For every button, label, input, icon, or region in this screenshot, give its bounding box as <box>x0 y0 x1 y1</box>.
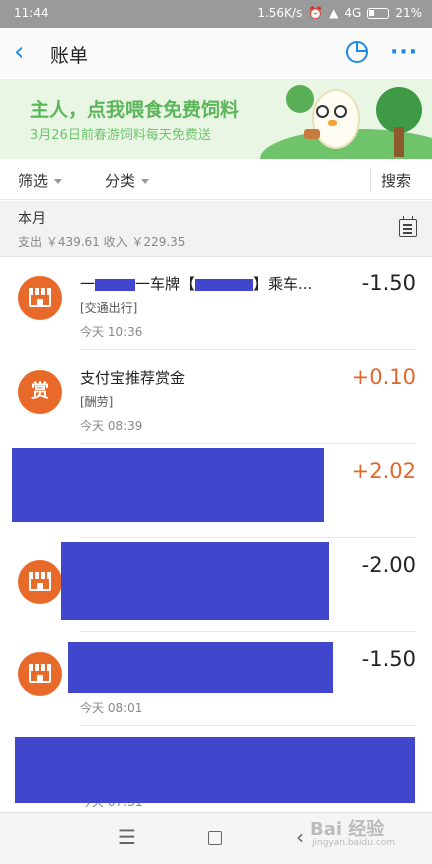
record-amount: +2.02 <box>351 459 416 483</box>
nav-back-icon[interactable]: ‹ <box>296 825 304 849</box>
record-time: 今天 08:01 <box>80 701 143 715</box>
status-bar: 11:44 1.56K/s ⏰ ▲ 4G 21% <box>0 0 432 28</box>
pie-chart-icon[interactable] <box>346 41 368 63</box>
category-label: 分类 <box>105 172 136 190</box>
battery-level: 21% <box>395 6 422 20</box>
list-item[interactable]: 今天 08:01 -1.50 <box>0 632 432 724</box>
page-title: 账单 <box>50 45 89 67</box>
month-summary: 支出 ￥439.61 收入 ￥229.35 <box>18 235 186 249</box>
record-amount: +0.10 <box>351 365 416 389</box>
category-dropdown[interactable]: 分类 <box>105 170 150 191</box>
redaction <box>68 642 333 693</box>
record-amount: -1.50 <box>361 271 416 295</box>
redaction <box>12 448 324 522</box>
caret-down-icon <box>141 179 150 184</box>
tree-trunk-illustration <box>394 127 404 157</box>
record-title: 一一车牌【 】乘车... <box>80 273 312 294</box>
list-item[interactable]: 赏 支付宝推荐赏金 [酬劳] 今天 08:39 +0.10 <box>0 350 432 442</box>
shop-icon <box>18 560 62 604</box>
record-category: [酬劳] <box>80 395 114 409</box>
record-time: 今天 10:36 <box>80 325 143 339</box>
status-right: 1.56K/s ⏰ ▲ 4G 21% <box>257 6 422 20</box>
record-title-part: 一车牌【 <box>135 275 196 293</box>
redaction <box>15 737 415 803</box>
more-options-icon[interactable]: ··· <box>390 40 418 65</box>
record-title-part: 一 <box>80 275 96 293</box>
divider <box>370 168 371 192</box>
signal-icon: ▲ <box>329 6 339 20</box>
reward-icon: 赏 <box>18 370 62 414</box>
redaction <box>195 278 254 291</box>
banner-subline: 3月26日前春游饲料每天免费送 <box>30 128 211 143</box>
record-amount: -1.50 <box>361 647 416 671</box>
filter-bar: 筛选 分类 搜索 <box>0 160 432 200</box>
network-speed: 1.56K/s <box>257 6 303 20</box>
record-time: 今天 08:39 <box>80 419 143 433</box>
record-category: [交通出行] <box>80 301 138 315</box>
record-amount: -2.00 <box>361 553 416 577</box>
search-button[interactable]: 搜索 <box>381 170 411 191</box>
status-time: 11:44 <box>14 6 49 20</box>
calendar-icon[interactable] <box>399 216 417 237</box>
month-header: 本月 支出 ￥439.61 收入 ￥229.35 <box>0 201 432 257</box>
month-title: 本月 <box>18 211 46 227</box>
filter-dropdown[interactable]: 筛选 <box>18 170 63 191</box>
battery-icon <box>367 7 390 19</box>
list-item[interactable]: 今天 07:31 <box>0 726 432 812</box>
menu-icon[interactable]: ☰ <box>118 825 136 849</box>
banner-headline: 主人，点我喂食免费饲料 <box>30 99 240 121</box>
list-item[interactable]: +2.02 <box>0 444 432 536</box>
back-arrow-icon[interactable]: ‹ <box>14 38 38 68</box>
promo-banner[interactable]: 主人，点我喂食免费饲料 3月26日前春游饲料每天免费送 <box>0 79 432 159</box>
watermark-url: jingyan.baidu.com <box>312 838 396 848</box>
redaction <box>61 542 329 620</box>
alarm-icon: ⏰ <box>308 6 324 20</box>
record-title: 支付宝推荐赏金 <box>80 369 186 387</box>
title-bar: ‹ 账单 ··· <box>0 28 432 78</box>
shop-icon <box>18 276 62 320</box>
bird-mascot-illustration <box>300 85 370 157</box>
shop-icon <box>18 652 62 696</box>
filter-label: 筛选 <box>18 172 49 190</box>
home-icon[interactable] <box>208 831 222 845</box>
list-item[interactable]: -2.00 <box>0 538 432 630</box>
caret-down-icon <box>54 179 63 184</box>
list-item[interactable]: 一一车牌【 】乘车... [交通出行] 今天 10:36 -1.50 <box>0 258 432 350</box>
redaction <box>95 278 136 291</box>
network-type: 4G <box>344 6 362 20</box>
